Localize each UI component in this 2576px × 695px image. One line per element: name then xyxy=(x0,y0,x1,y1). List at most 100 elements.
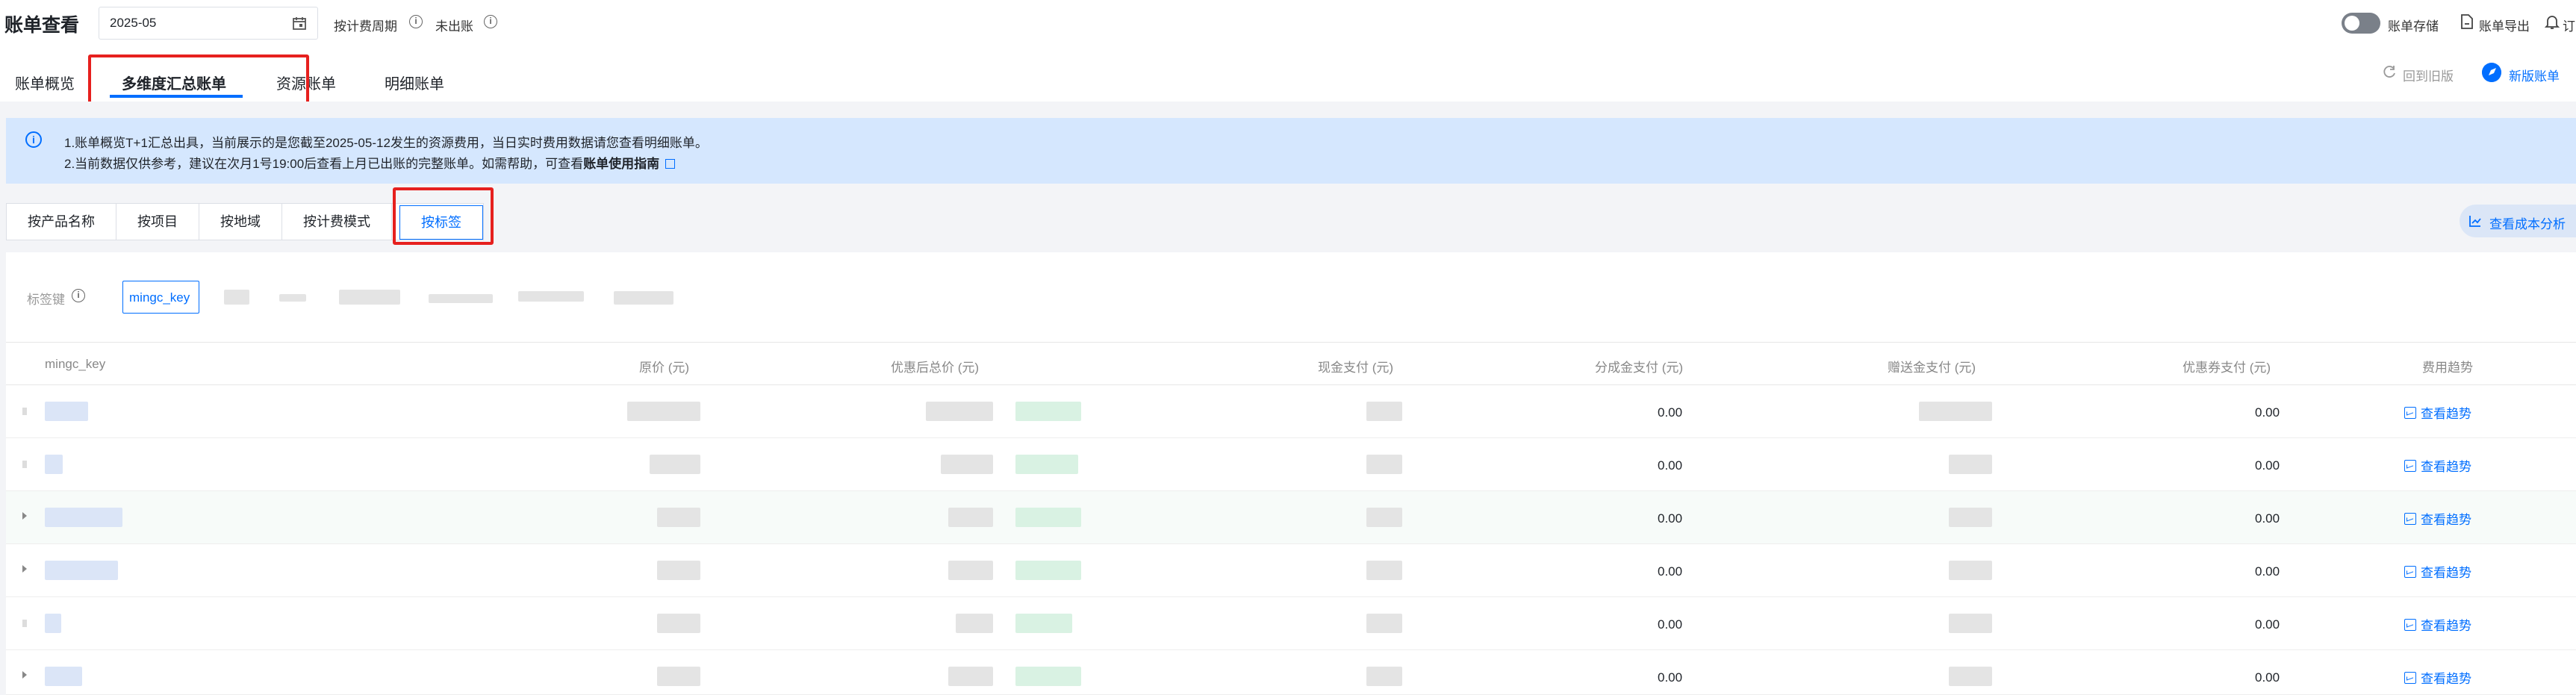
dim-tab-project[interactable]: 按项目 xyxy=(116,204,199,240)
original-price-cell xyxy=(657,561,700,580)
coupon-pay-cell: 0.00 xyxy=(2255,458,2280,473)
tag-key-chip[interactable] xyxy=(224,290,249,305)
view-trend-link[interactable]: 查看趋势 xyxy=(2404,456,2471,475)
highlight-box xyxy=(393,187,494,245)
cash-pay-cell xyxy=(1366,667,1402,686)
bill-storage-toggle[interactable] xyxy=(2342,13,2380,34)
table-row: 0.00 0.00 查看趋势 xyxy=(6,385,2576,438)
view-trend-label: 查看趋势 xyxy=(2421,619,2471,633)
notice-line-2-text: 2.当前数据仅供参考，建议在次月1号19:00后查看上月已出账的完整账单。如需帮… xyxy=(64,157,584,171)
view-trend-link[interactable]: 查看趋势 xyxy=(2404,615,2471,634)
bill-export-button[interactable]: 账单导出 xyxy=(2479,16,2530,34)
column-header-discounted-price[interactable]: 优惠后总价 (元) xyxy=(891,357,979,375)
toggle-knob xyxy=(2345,16,2359,31)
info-icon[interactable]: i xyxy=(484,15,497,28)
trend-chart-icon xyxy=(2404,406,2416,419)
month-value: 2025-05 xyxy=(110,16,157,30)
unbilled-label: 未出账 xyxy=(435,19,473,34)
coupon-pay-cell: 0.00 xyxy=(2255,617,2280,632)
view-trend-label: 查看趋势 xyxy=(2421,460,2471,474)
original-price-cell xyxy=(627,402,700,421)
chart-icon xyxy=(2469,216,2481,227)
coupon-pay-cell: 0.00 xyxy=(2255,511,2280,526)
view-trend-link[interactable]: 查看趋势 xyxy=(2404,668,2471,687)
rocket-icon[interactable] xyxy=(2482,63,2501,82)
discounted-price-cell xyxy=(948,508,993,527)
info-circle-icon: i xyxy=(25,131,42,148)
original-price-cell xyxy=(657,614,700,633)
table-row[interactable]: 0.00 0.00 查看趋势 xyxy=(6,650,2576,695)
dim-tab-billing-mode[interactable]: 按计费模式 xyxy=(282,204,392,240)
info-icon[interactable]: i xyxy=(72,289,85,302)
bill-guide-link[interactable]: 账单使用指南 xyxy=(583,157,659,171)
tag-value-cell xyxy=(45,667,82,686)
bill-storage-label[interactable]: 账单存储 xyxy=(2388,16,2439,34)
share-pay-cell: 0.00 xyxy=(1658,458,1683,473)
tag-key-chip[interactable] xyxy=(518,291,584,302)
notice-line-2: 2.当前数据仅供参考，建议在次月1号19:00后查看上月已出账的完整账单。如需帮… xyxy=(64,153,676,172)
expand-row-icon[interactable] xyxy=(22,512,27,520)
table-row: 0.00 0.00 查看趋势 xyxy=(6,597,2576,650)
discount-badge xyxy=(1015,455,1078,474)
tag-key-label: 标签键 xyxy=(27,293,65,307)
share-pay-cell: 0.00 xyxy=(1658,405,1683,420)
page-title: 账单查看 xyxy=(4,15,80,36)
month-picker[interactable]: 2025-05 xyxy=(99,7,318,40)
column-header-original-price[interactable]: 原价 (元) xyxy=(639,357,689,375)
column-header-gift-pay[interactable]: 赠送金支付 (元) xyxy=(1888,357,1976,375)
discounted-price-cell xyxy=(956,614,993,633)
calendar-icon xyxy=(293,17,306,30)
expand-row-icon[interactable] xyxy=(22,565,27,573)
revert-old-version-button[interactable]: 回到旧版 xyxy=(2403,66,2454,84)
dim-tab-product[interactable]: 按产品名称 xyxy=(7,204,116,240)
tab-detail-bill[interactable]: 明细账单 xyxy=(385,72,444,93)
gift-pay-cell xyxy=(1949,667,1992,686)
new-version-bill-button[interactable]: 新版账单 xyxy=(2509,66,2560,84)
table-row[interactable]: 0.00 0.00 查看趋势 xyxy=(6,544,2576,597)
dim-tab-region[interactable]: 按地域 xyxy=(199,204,282,240)
info-icon[interactable]: i xyxy=(409,15,423,28)
coupon-pay-cell: 0.00 xyxy=(2255,564,2280,579)
subscribe-button[interactable]: 订 xyxy=(2563,16,2575,34)
tag-key-chip[interactable] xyxy=(429,294,493,303)
tag-value-cell xyxy=(45,561,118,580)
discount-badge xyxy=(1015,561,1081,580)
gift-pay-cell xyxy=(1949,561,1992,580)
column-header-share-pay[interactable]: 分成金支付 (元) xyxy=(1595,357,1683,375)
tag-key-chip[interactable] xyxy=(279,294,306,302)
column-header-tag-key[interactable]: mingc_key xyxy=(45,357,105,372)
gift-pay-cell xyxy=(1949,508,1992,527)
view-trend-link[interactable]: 查看趋势 xyxy=(2404,403,2471,422)
view-trend-link[interactable]: 查看趋势 xyxy=(2404,562,2471,581)
view-trend-label: 查看趋势 xyxy=(2421,407,2471,421)
cash-pay-cell xyxy=(1366,561,1402,580)
refresh-icon[interactable] xyxy=(2382,64,2397,79)
export-icon[interactable] xyxy=(2460,13,2474,30)
tab-bill-overview[interactable]: 账单概览 xyxy=(15,72,75,93)
original-price-cell xyxy=(657,508,700,527)
table-row[interactable]: 0.00 0.00 查看趋势 xyxy=(6,491,2576,544)
cost-analysis-label: 查看成本分析 xyxy=(2489,217,2566,231)
view-trend-label: 查看趋势 xyxy=(2421,513,2471,527)
coupon-pay-cell: 0.00 xyxy=(2255,670,2280,685)
expand-row-icon[interactable] xyxy=(22,671,27,679)
share-pay-cell: 0.00 xyxy=(1658,617,1683,632)
tag-key-chip[interactable] xyxy=(339,290,400,305)
trend-chart-icon xyxy=(2404,671,2416,684)
row-indicator xyxy=(22,461,27,468)
discount-badge xyxy=(1015,614,1072,633)
share-pay-cell: 0.00 xyxy=(1658,564,1683,579)
external-link-icon[interactable] xyxy=(665,159,676,169)
column-header-cash-pay[interactable]: 现金支付 (元) xyxy=(1318,357,1393,375)
discounted-price-cell xyxy=(926,402,993,421)
tag-key-chip-label: mingc_key xyxy=(129,290,190,305)
original-price-cell xyxy=(657,667,700,686)
column-header-coupon-pay[interactable]: 优惠券支付 (元) xyxy=(2183,357,2271,375)
bell-icon[interactable] xyxy=(2545,13,2560,30)
tag-key-chip-selected[interactable]: mingc_key xyxy=(122,281,199,314)
cost-analysis-button[interactable]: 查看成本分析 xyxy=(2460,205,2576,237)
row-indicator xyxy=(22,620,27,627)
view-trend-link[interactable]: 查看趋势 xyxy=(2404,509,2471,528)
tag-key-chip[interactable] xyxy=(614,291,673,305)
column-header-cost-trend: 费用趋势 xyxy=(2422,361,2473,375)
